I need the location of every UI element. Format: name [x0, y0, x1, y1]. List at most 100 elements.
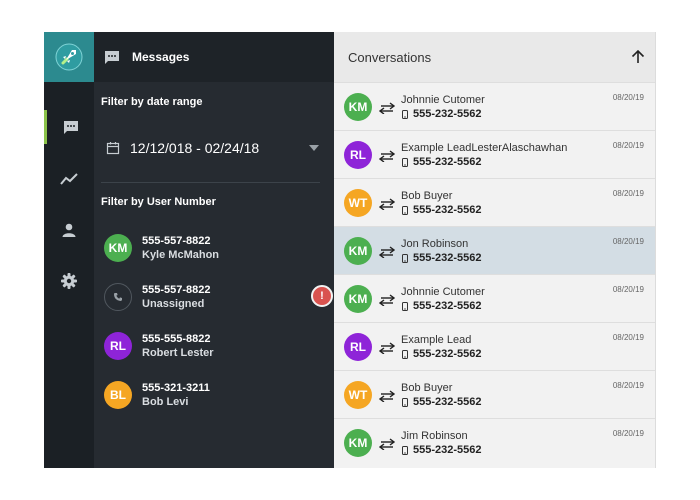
user-number: 555-555-8822: [142, 333, 211, 345]
user-name: Unassigned: [142, 298, 205, 310]
avatar: KM: [344, 92, 372, 121]
contact-phone-number: 555-232-5562: [413, 347, 482, 360]
contact-phone: 555-232-5562: [401, 347, 655, 361]
panel-header: Messages: [94, 32, 334, 82]
swap-arrows-icon: [378, 197, 396, 211]
nav-contacts[interactable]: [44, 213, 94, 247]
avatar: KM: [104, 234, 132, 262]
nav-analytics[interactable]: [44, 162, 94, 196]
swap-arrows-icon: [378, 293, 396, 307]
user-icon: [62, 223, 76, 237]
swap-arrows-icon: [378, 245, 396, 259]
conversation-row[interactable]: KM Johnnie Cutomer 555-232-5562 08/20/19: [334, 82, 655, 130]
contact-phone-number: 555-232-5562: [413, 155, 482, 168]
chevron-down-icon: [309, 145, 319, 151]
contact-phone-number: 555-232-5562: [413, 251, 482, 264]
conversation-row[interactable]: KM Johnnie Cutomer 555-232-5562 08/20/19: [334, 274, 655, 322]
swap-arrows-icon: [378, 389, 396, 403]
avatar: RL: [344, 332, 372, 361]
contact-phone: 555-232-5562: [401, 443, 655, 457]
mobile-phone-icon: [402, 157, 408, 167]
messages-icon: [104, 49, 120, 65]
mobile-phone-icon: [402, 349, 408, 359]
phone-icon: [104, 283, 132, 311]
user-filter-item[interactable]: 555-557-8822 Unassigned!: [104, 277, 333, 317]
conversation-date: 08/20/19: [612, 333, 644, 342]
gear-icon: [61, 273, 77, 289]
conversation-date: 08/20/19: [612, 429, 644, 438]
conversation-row[interactable]: WT Bob Buyer 555-232-5562 08/20/19: [334, 178, 655, 226]
user-number: 555-557-8822: [142, 284, 211, 296]
swap-arrows-icon: [378, 437, 396, 451]
swap-arrows-icon: [378, 101, 396, 115]
swap-arrows-icon: [378, 149, 396, 163]
avatar: WT: [344, 380, 372, 409]
conversation-date: 08/20/19: [612, 93, 644, 102]
user-name: Robert Lester: [142, 347, 214, 359]
contact-phone: 555-232-5562: [401, 203, 655, 217]
contact-phone: 555-232-5562: [401, 395, 655, 409]
conversations-pane: Conversations KM Johnnie Cutomer 555-232-5…: [334, 32, 656, 468]
user-name: Kyle McMahon: [142, 249, 220, 261]
divider: [101, 182, 320, 183]
user-info: 555-557-8822 Kyle McMahon: [142, 234, 219, 262]
user-info: 555-555-8822 Robert Lester: [142, 332, 214, 360]
nav-messages[interactable]: [44, 110, 94, 144]
contact-phone-number: 555-232-5562: [413, 395, 482, 408]
conversation-row[interactable]: KM Jim Robinson 555-232-5562 08/20/19: [334, 418, 655, 466]
conversation-row[interactable]: WT Bob Buyer 555-232-5562 08/20/19: [334, 370, 655, 418]
avatar: KM: [344, 236, 372, 265]
conversation-date: 08/20/19: [612, 381, 644, 390]
conversations-header: Conversations: [334, 32, 655, 82]
conversation-date: 08/20/19: [612, 285, 644, 294]
mobile-phone-icon: [402, 397, 408, 407]
user-info: 555-321-3211 Bob Levi: [142, 381, 210, 409]
contact-phone-number: 555-232-5562: [413, 107, 482, 120]
mobile-phone-icon: [402, 109, 408, 119]
user-filter-item[interactable]: RL 555-555-8822 Robert Lester: [104, 326, 326, 366]
contact-phone-number: 555-232-5562: [413, 443, 482, 456]
calendar-icon: [106, 142, 120, 155]
alert-badge[interactable]: !: [311, 285, 333, 307]
conversation-date: 08/20/19: [612, 237, 644, 246]
date-filter-label: Filter by date range: [101, 96, 203, 108]
avatar: RL: [104, 332, 132, 360]
date-range-select[interactable]: 12/12/018 - 02/24/18: [101, 136, 323, 160]
avatar: BL: [104, 381, 132, 409]
user-number: 555-321-3211: [142, 382, 210, 394]
conversation-date: 08/20/19: [612, 189, 644, 198]
mobile-phone-icon: [402, 253, 408, 263]
user-number: 555-557-8822: [142, 235, 211, 247]
contact-phone-number: 555-232-5562: [413, 203, 482, 216]
contact-phone: 555-232-5562: [401, 251, 655, 265]
avatar: RL: [344, 140, 372, 169]
conversation-row[interactable]: RL Example LeadLesterAlaschawhan 555-232-5…: [334, 130, 655, 178]
contact-phone-number: 555-232-5562: [413, 299, 482, 312]
conversations-title: Conversations: [348, 49, 432, 65]
avatar: KM: [344, 428, 372, 457]
user-filter-item[interactable]: KM 555-557-8822 Kyle McMahon: [104, 228, 326, 268]
nav-settings[interactable]: [44, 264, 94, 298]
sort-up-arrow-icon[interactable]: [630, 49, 646, 65]
conversation-row[interactable]: KM Jon Robinson 555-232-5562 08/20/19: [334, 226, 655, 274]
conversation-date: 08/20/19: [612, 141, 644, 150]
avatar: KM: [344, 284, 372, 313]
contact-phone: 555-232-5562: [401, 107, 655, 121]
date-range-value: 12/12/018 - 02/24/18: [130, 140, 260, 156]
contact-phone: 555-232-5562: [401, 155, 655, 169]
mobile-phone-icon: [402, 301, 408, 311]
panel-title: Messages: [132, 50, 190, 64]
chat-icon: [63, 120, 78, 134]
user-filter-item[interactable]: BL 555-321-3211 Bob Levi: [104, 375, 326, 415]
user-info: 555-557-8822 Unassigned: [142, 283, 211, 311]
filter-panel: Messages Filter by date range 12/12/018 …: [94, 32, 334, 468]
contact-phone: 555-232-5562: [401, 299, 655, 313]
icon-rail: [44, 32, 94, 468]
mobile-phone-icon: [402, 445, 408, 455]
mobile-phone-icon: [402, 205, 408, 215]
rocket-logo-icon[interactable]: [44, 32, 94, 82]
user-filter-label: Filter by User Number: [101, 196, 216, 208]
trend-chart-icon: [60, 173, 78, 185]
conversation-row[interactable]: RL Example Lead 555-232-5562 08/20/19: [334, 322, 655, 370]
app-window: Messages Filter by date range 12/12/018 …: [44, 32, 656, 468]
